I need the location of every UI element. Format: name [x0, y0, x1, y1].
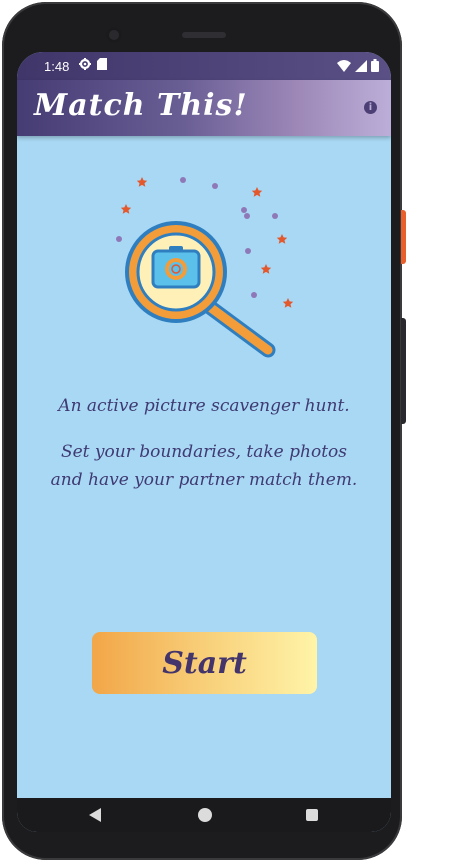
start-button[interactable]: Start [92, 632, 317, 694]
home-icon[interactable] [198, 808, 212, 822]
description-text: Set your boundaries, take photos and hav… [50, 442, 358, 490]
power-button [401, 210, 406, 264]
gear-icon [79, 58, 91, 74]
navigation-bar [17, 798, 391, 832]
back-icon[interactable] [89, 808, 101, 822]
battery-icon [371, 59, 379, 76]
tagline-text: An active picture scavenger hunt. [58, 396, 350, 416]
volume-button [401, 318, 406, 424]
front-camera [106, 27, 122, 43]
app-bar: Match This! i [17, 80, 391, 136]
recents-icon[interactable] [306, 809, 318, 821]
wifi-icon [337, 59, 351, 76]
sd-card-icon [97, 58, 107, 74]
info-icon[interactable]: i [364, 101, 377, 114]
magnifying-glass-camera-icon [113, 172, 303, 358]
status-bar: 1:48 [17, 52, 391, 80]
earpiece-speaker [182, 32, 226, 38]
app-title: Match This! [34, 88, 248, 123]
signal-icon [355, 59, 367, 76]
device-screen: 1:48 Match This! i An active picture sca… [17, 52, 391, 832]
phone-frame: 1:48 Match This! i An active picture sca… [2, 2, 402, 860]
status-time: 1:48 [44, 59, 70, 74]
